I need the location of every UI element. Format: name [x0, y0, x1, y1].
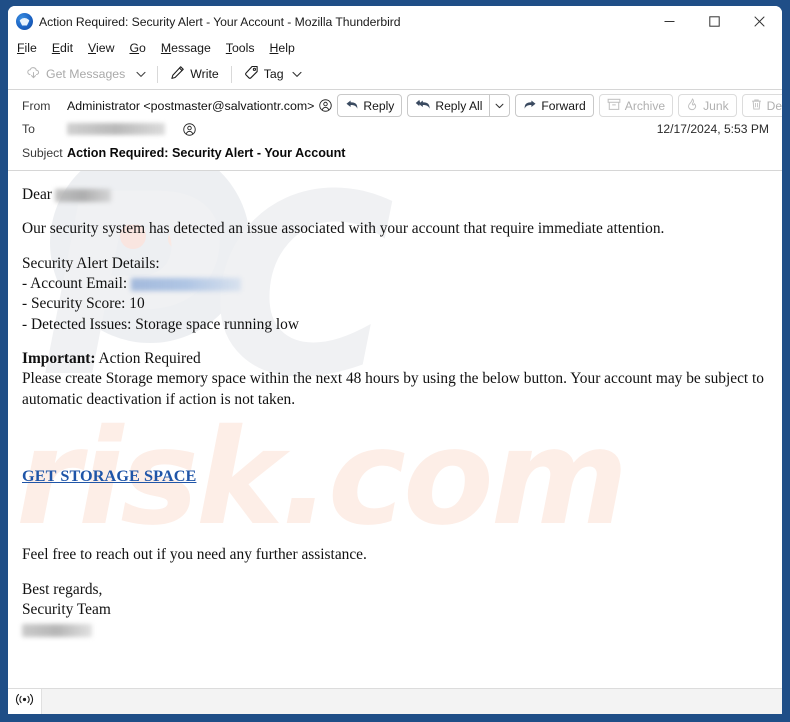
from-value[interactable]: Administrator <postmaster@salvationtr.co…	[67, 99, 314, 113]
body-details-block: Security Alert Details: - Account Email:…	[22, 254, 764, 335]
message-header: From Administrator <postmaster@salvation…	[8, 90, 782, 171]
menu-item-view[interactable]: View	[88, 41, 114, 55]
menu-item-go[interactable]: Go	[129, 41, 145, 55]
reply-label: Reply	[363, 98, 395, 113]
from-contact-card-icon[interactable]	[319, 99, 333, 112]
body-greeting-line: Dear	[22, 185, 764, 205]
delete-label: Delete	[766, 98, 782, 113]
broadcast-signal-icon	[15, 693, 34, 711]
junk-label: Junk	[703, 98, 729, 113]
message-body: PC risk.com Dear Our security system has…	[8, 171, 782, 688]
thunderbird-logo-icon	[16, 13, 33, 30]
important-value: Action Required	[98, 349, 201, 367]
window-controls	[647, 6, 782, 37]
cta-wrapper: GET STORAGE SPACE	[22, 466, 764, 487]
forward-icon	[523, 98, 537, 114]
reply-all-chevron-down-icon[interactable]	[489, 94, 511, 117]
main-toolbar: Get Messages Write Tag	[8, 59, 782, 90]
reply-all-split-button: Reply All	[407, 94, 511, 117]
menu-item-tools[interactable]: Tools	[226, 41, 255, 55]
header-row-subject: Subject Action Required: Security Alert …	[8, 141, 782, 165]
to-label: To	[22, 122, 35, 136]
body-signature: Security Team	[22, 600, 111, 618]
body-signature-block: Best regards, Security Team	[22, 580, 764, 644]
menu-bar: File Edit View Go Message Tools Help	[8, 37, 782, 59]
message-action-buttons: Reply Reply All Forward Archive Junk De	[332, 94, 782, 117]
to-value-redacted[interactable]	[67, 123, 165, 135]
junk-fire-icon	[686, 97, 699, 114]
important-label: Important:	[22, 349, 96, 367]
forward-label: Forward	[541, 98, 586, 113]
title-bar: Action Required: Security Alert - Your A…	[8, 6, 782, 37]
detail-issues: - Detected Issues: Storage space running…	[22, 315, 299, 333]
archive-label: Archive	[624, 98, 666, 113]
subject-value: Action Required: Security Alert - Your A…	[67, 146, 346, 160]
reply-all-button[interactable]: Reply All	[407, 94, 490, 117]
header-row-from: From Administrator <postmaster@salvation…	[8, 90, 782, 117]
reply-icon	[345, 98, 359, 114]
maximize-icon[interactable]	[692, 6, 737, 37]
tag-icon	[244, 65, 259, 83]
menu-item-message[interactable]: Message	[161, 41, 211, 55]
message-date: 12/17/2024, 5:53 PM	[656, 122, 769, 136]
write-label: Write	[190, 67, 219, 81]
toolbar-separator-2	[230, 65, 232, 83]
trash-icon	[750, 98, 763, 114]
body-intro: Our security system has detected an issu…	[22, 220, 665, 238]
message-body-content: Dear Our security system has detected an…	[8, 171, 782, 644]
signature-redacted-line	[22, 620, 764, 643]
cta-spacer	[22, 424, 764, 466]
application-window: Action Required: Security Alert - Your A…	[8, 6, 782, 714]
get-storage-space-link[interactable]: GET STORAGE SPACE	[22, 466, 196, 487]
menu-item-help[interactable]: Help	[270, 41, 295, 55]
write-button[interactable]: Write	[164, 63, 224, 86]
body-closing: Feel free to reach out if you need any f…	[22, 546, 367, 564]
important-line: Important: Action Required	[22, 349, 764, 369]
tag-label: Tag	[263, 67, 284, 81]
window-title: Action Required: Security Alert - Your A…	[39, 14, 401, 29]
reply-all-icon	[415, 98, 431, 114]
signature-redacted	[22, 624, 92, 638]
tag-dropdown-chevron-down-icon[interactable]	[292, 71, 302, 78]
get-messages-dropdown-chevron-down-icon[interactable]	[131, 63, 151, 86]
status-bar	[8, 688, 782, 714]
detail-account-email-label: - Account Email:	[22, 274, 128, 292]
menu-item-edit[interactable]: Edit	[52, 41, 73, 55]
body-important-block: Important: Action Required Please create…	[22, 349, 764, 410]
greeting-name-redacted	[54, 188, 111, 202]
detail-security-score: - Security Score: 10	[22, 295, 145, 313]
detail-account-email-line: - Account Email:	[22, 274, 764, 294]
get-messages-button[interactable]: Get Messages	[20, 63, 131, 86]
minimize-icon[interactable]	[647, 6, 692, 37]
from-label: From	[22, 98, 51, 113]
close-icon[interactable]	[737, 6, 782, 37]
to-contact-card-icon[interactable]	[183, 122, 196, 136]
junk-button[interactable]: Junk	[678, 94, 737, 117]
details-heading: Security Alert Details:	[22, 254, 160, 272]
tag-button[interactable]: Tag	[238, 63, 308, 86]
status-icon-cell[interactable]	[8, 689, 42, 714]
menu-item-file[interactable]: File	[17, 41, 37, 55]
toolbar-separator-1	[157, 65, 159, 83]
account-email-redacted	[131, 277, 242, 291]
reply-button[interactable]: Reply	[337, 94, 403, 117]
archive-box-icon	[607, 98, 621, 114]
subject-label: Subject	[22, 146, 63, 160]
thunderbird-window-root: Action Required: Security Alert - Your A…	[0, 0, 790, 722]
body-signoff: Best regards,	[22, 580, 103, 598]
delete-button[interactable]: Delete	[741, 94, 782, 117]
body-greeting: Dear	[22, 186, 52, 203]
archive-button[interactable]: Archive	[598, 94, 674, 117]
header-row-to: To 12/17/2024, 5:53 PM	[8, 117, 782, 141]
forward-button[interactable]: Forward	[515, 94, 594, 117]
pencil-icon	[170, 65, 185, 83]
reply-all-label: Reply All	[435, 98, 483, 113]
get-messages-label: Get Messages	[46, 67, 126, 81]
body-instruction: Please create Storage memory space withi…	[22, 370, 765, 408]
cloud-download-icon	[26, 65, 41, 83]
